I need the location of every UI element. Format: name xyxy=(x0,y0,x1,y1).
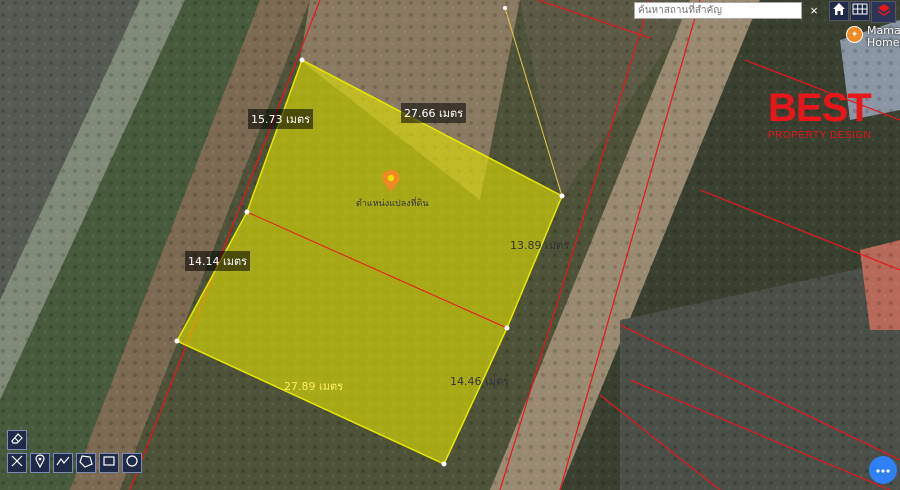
polygon-tool[interactable] xyxy=(76,453,96,473)
parcel-pin-label: ตำแหน่งแปลงที่ดิน xyxy=(356,199,429,209)
measurement-left-lower: 14.14 เมตร xyxy=(185,251,251,271)
eraser-icon xyxy=(10,431,24,450)
poi-marker[interactable]: ✦ Mama Homen xyxy=(846,25,900,49)
more-icon xyxy=(875,461,891,479)
measure-tool[interactable] xyxy=(7,453,27,473)
clear-search-button[interactable]: × xyxy=(806,2,822,19)
measure-icon xyxy=(10,454,24,473)
polyline-tool[interactable] xyxy=(53,453,73,473)
polygon-icon xyxy=(79,454,93,473)
more-button[interactable] xyxy=(869,456,897,484)
rectangle-tool[interactable] xyxy=(99,453,119,473)
logo-main: BEST xyxy=(768,86,872,130)
measurement-right-lower: 14.46 เมตร xyxy=(450,375,510,388)
polyline-icon xyxy=(56,454,70,473)
logo-sub: PROPERTY DESIGN xyxy=(768,130,872,141)
food-icon: ✦ xyxy=(846,26,863,43)
measurement-top-left: 15.73 เมตร xyxy=(248,109,314,129)
layers-button[interactable] xyxy=(871,1,896,23)
layers-icon xyxy=(877,3,891,22)
eraser-tool[interactable] xyxy=(7,430,27,450)
home-icon xyxy=(832,2,846,21)
search-input[interactable] xyxy=(634,2,802,19)
brand-logo: BEST PROPERTY DESIGN xyxy=(768,86,872,141)
marker-icon xyxy=(33,453,47,473)
grid-icon xyxy=(852,2,868,20)
marker-tool[interactable] xyxy=(30,453,50,473)
measurement-right-upper: 13.89 เมตร xyxy=(510,239,570,252)
grid-button[interactable] xyxy=(850,1,870,21)
measurement-bottom: 27.89 เมตร xyxy=(284,380,344,393)
rectangle-icon xyxy=(102,454,116,473)
circle-tool[interactable] xyxy=(122,453,142,473)
home-button[interactable] xyxy=(829,1,849,21)
satellite-map[interactable] xyxy=(0,0,900,490)
measurement-top: 27.66 เมตร xyxy=(401,103,467,123)
circle-icon xyxy=(125,454,139,473)
poi-name: Mama Homen xyxy=(867,24,900,49)
